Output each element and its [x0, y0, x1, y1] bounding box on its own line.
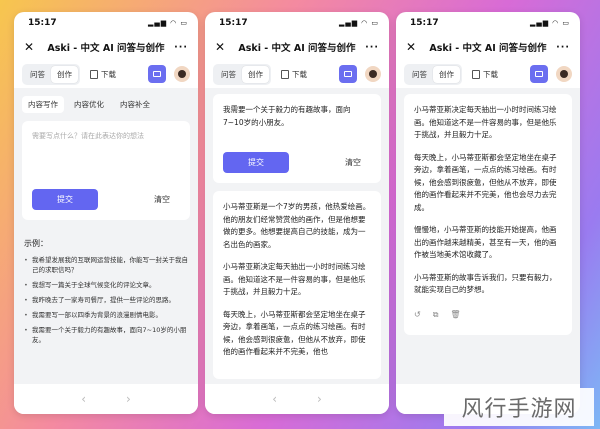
- avatar[interactable]: [556, 66, 572, 82]
- phone-screen-2: 15:17 ▂▄▆ ◠ ▭ ✕ Aski - 中文 AI 问答与创作 ··· 问…: [205, 12, 389, 414]
- tab-qa[interactable]: 问答: [24, 66, 51, 83]
- bottom-nav: ‹ ›: [205, 384, 389, 414]
- status-icons: ▂▄▆ ◠ ▭: [147, 19, 188, 27]
- submit-button[interactable]: 提交: [32, 189, 98, 210]
- prompt-input[interactable]: 我需要一个关于毅力的有趣故事，面向7~10岁的小朋友。: [223, 104, 371, 142]
- bag-icon: [344, 71, 352, 77]
- download-label: 下载: [483, 69, 498, 79]
- answer-paragraph: 小马蒂亚斯的故事告诉我们，只要有毅力，就能实现自己的梦想。: [414, 272, 557, 295]
- tab-create[interactable]: 创作: [242, 65, 269, 83]
- answer-actions: ↺ ⧉ 🗑: [414, 307, 562, 326]
- title-bar: ✕ Aski - 中文 AI 问答与创作 ···: [205, 34, 389, 60]
- answer-paragraph: 每天晚上，小马蒂亚斯都会坚定地坐在桌子旁边，拿着画笔，一点点的练习绘画。有时候，…: [414, 152, 557, 212]
- submit-button[interactable]: 提交: [223, 152, 289, 173]
- app-title: Aski - 中文 AI 问答与创作: [238, 43, 356, 54]
- document-icon: [90, 69, 98, 79]
- title-bar: ✕ Aski - 中文 AI 问答与创作 ···: [14, 34, 198, 60]
- status-time: 15:17: [28, 18, 57, 28]
- answer-paragraph: 小马蒂亚斯决定每天抽出一小时时间练习绘画。他知道这不是一件容易的事，但是他乐于挑…: [223, 262, 366, 296]
- status-icons: ▂▄▆ ◠ ▭: [338, 19, 379, 27]
- examples-list: 我希望发展我的互联网运营技能，你能写一封关于我自己的求职信吗？ 我想写一篇关于全…: [14, 255, 198, 345]
- example-item[interactable]: 我昨晚去了一家寿司餐厅，提供一些评论的思路。: [24, 295, 190, 305]
- mode-switch: 问答 创作: [22, 63, 80, 85]
- forward-icon[interactable]: ›: [126, 392, 131, 406]
- download-button[interactable]: 下载: [281, 69, 307, 80]
- answer-paragraph: 慢慢地，小马蒂亚斯的技能开始提高，他画出的画作越来越精美，甚至有一天，他的画作被…: [414, 225, 557, 259]
- example-item[interactable]: 我需要一个关于毅力的有趣故事，面向7~10岁的小朋友。: [24, 325, 190, 345]
- clear-button[interactable]: 清空: [154, 194, 170, 205]
- bag-icon: [535, 71, 543, 77]
- examples-title: 示例：: [24, 239, 48, 248]
- regenerate-icon[interactable]: ↺: [414, 309, 421, 322]
- subtabs: 内容写作 内容优化 内容补全: [14, 88, 198, 113]
- example-item[interactable]: 我希望发展我的互联网运营技能，你能写一封关于我自己的求职信吗？: [24, 255, 190, 275]
- copy-icon[interactable]: ⧉: [433, 309, 439, 322]
- clear-button[interactable]: 清空: [345, 157, 361, 168]
- status-bar: 15:17 ▂▄▆ ◠ ▭: [205, 12, 389, 34]
- content-area: 我需要一个关于毅力的有趣故事，面向7~10岁的小朋友。 提交 清空 小马蒂亚斯是…: [205, 88, 389, 384]
- example-item[interactable]: 我需要写一部以四季为背景的浪漫剧情电影。: [24, 310, 190, 320]
- phone-screen-1: 15:17 ▂▄▆ ◠ ▭ ✕ Aski - 中文 AI 问答与创作 ··· 问…: [14, 12, 198, 414]
- input-card: 我需要一个关于毅力的有趣故事，面向7~10岁的小朋友。 提交 清空: [213, 94, 381, 183]
- answer-paragraph: 每天晚上，小马蒂亚斯都会坚定地坐在桌子旁边，拿着画笔，一点点的练习绘画。有时候，…: [223, 309, 366, 357]
- example-item[interactable]: 我想写一篇关于全球气候变化的评论文章。: [24, 280, 190, 290]
- avatar-icon: [178, 70, 186, 78]
- tab-create[interactable]: 创作: [51, 65, 78, 83]
- shop-button[interactable]: [530, 65, 548, 83]
- watermark: 风行手游网: [444, 388, 594, 426]
- phone-screen-3: 15:17 ▂▄▆ ◠ ▭ ✕ Aski - 中文 AI 问答与创作 ··· 问…: [396, 12, 580, 414]
- shop-button[interactable]: [339, 65, 357, 83]
- download-label: 下载: [292, 69, 307, 79]
- status-bar: 15:17 ▂▄▆ ◠ ▭: [396, 12, 580, 34]
- app-title: Aski - 中文 AI 问答与创作: [429, 43, 547, 54]
- content-area: 小马蒂亚斯决定每天抽出一小时时间练习绘画。他知道这不是一件容易的事，但是他乐于挑…: [396, 88, 580, 384]
- answer-paragraph: 小马蒂亚斯是一个7岁的男孩，他热爱绘画。他的朋友们经常赞赏他的画作，但是他想要做…: [223, 202, 371, 249]
- status-time: 15:17: [219, 18, 248, 28]
- download-button[interactable]: 下载: [472, 69, 498, 80]
- answer-card: 小马蒂亚斯决定每天抽出一小时时间练习绘画。他知道这不是一件容易的事，但是他乐于挑…: [404, 94, 572, 335]
- more-icon[interactable]: ···: [361, 42, 379, 53]
- answer-card: 小马蒂亚斯是一个7岁的男孩，他热爱绘画。他的朋友们经常赞赏他的画作，但是他想要做…: [213, 191, 381, 379]
- status-bar: 15:17 ▂▄▆ ◠ ▭: [14, 12, 198, 34]
- bottom-nav: ‹ ›: [14, 384, 198, 414]
- subtab-writing[interactable]: 内容写作: [22, 96, 64, 113]
- more-icon[interactable]: ···: [552, 42, 570, 53]
- back-icon[interactable]: ‹: [272, 392, 277, 406]
- more-icon[interactable]: ···: [170, 42, 188, 53]
- avatar[interactable]: [365, 66, 381, 82]
- toolbar: 问答 创作 下载: [14, 60, 198, 88]
- answer-paragraph: 小马蒂亚斯决定每天抽出一小时时间练习绘画。他知道这不是一件容易的事，但是他乐于挑…: [414, 105, 557, 139]
- close-icon[interactable]: ✕: [215, 40, 233, 54]
- title-bar: ✕ Aski - 中文 AI 问答与创作 ···: [396, 34, 580, 60]
- delete-icon[interactable]: 🗑: [450, 309, 460, 322]
- avatar-icon: [369, 70, 377, 78]
- download-label: 下载: [101, 69, 116, 79]
- forward-icon[interactable]: ›: [317, 392, 322, 406]
- subtab-complete[interactable]: 内容补全: [114, 96, 156, 113]
- close-icon[interactable]: ✕: [24, 40, 42, 54]
- bag-icon: [153, 71, 161, 77]
- content-area: 内容写作 内容优化 内容补全 需要写点什么？请在此表达你的想法 提交 清空 示例…: [14, 88, 198, 384]
- avatar[interactable]: [174, 66, 190, 82]
- avatar-icon: [560, 70, 568, 78]
- tab-create[interactable]: 创作: [433, 65, 460, 83]
- status-time: 15:17: [410, 18, 439, 28]
- status-icons: ▂▄▆ ◠ ▭: [529, 19, 570, 27]
- subtab-optimize[interactable]: 内容优化: [68, 96, 110, 113]
- close-icon[interactable]: ✕: [406, 40, 424, 54]
- toolbar: 问答 创作 下载: [396, 60, 580, 88]
- document-icon: [281, 69, 289, 79]
- download-button[interactable]: 下载: [90, 69, 116, 80]
- mode-switch: 问答 创作: [213, 63, 271, 85]
- app-title: Aski - 中文 AI 问答与创作: [47, 43, 165, 54]
- prompt-input[interactable]: 需要写点什么？请在此表达你的想法: [32, 131, 180, 185]
- back-icon[interactable]: ‹: [81, 392, 86, 406]
- input-card: 需要写点什么？请在此表达你的想法 提交 清空: [22, 121, 190, 220]
- shop-button[interactable]: [148, 65, 166, 83]
- tab-qa[interactable]: 问答: [215, 66, 242, 83]
- document-icon: [472, 69, 480, 79]
- mode-switch: 问答 创作: [404, 63, 462, 85]
- tab-qa[interactable]: 问答: [406, 66, 433, 83]
- toolbar: 问答 创作 下载: [205, 60, 389, 88]
